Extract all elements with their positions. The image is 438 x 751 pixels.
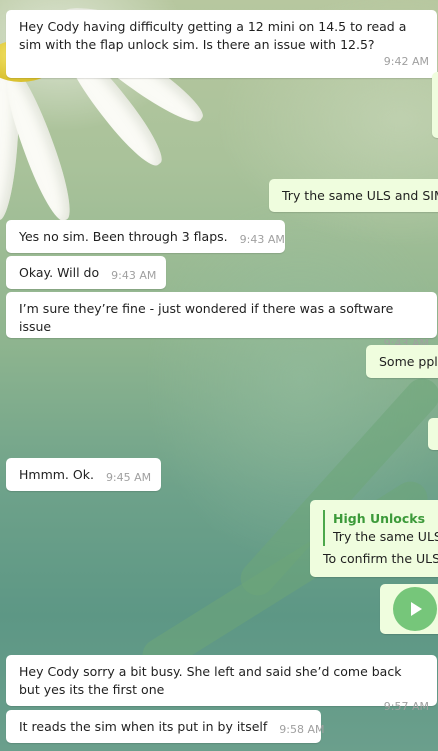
message-time: 9:42 AM: [383, 55, 429, 68]
message-time: 9:45 AM: [105, 471, 152, 484]
outgoing-message-edge[interactable]: [432, 72, 438, 138]
message-time: 9:43 AM: [239, 233, 285, 246]
play-icon: [411, 602, 422, 616]
message-text: Some ppl: [379, 354, 438, 369]
play-button[interactable]: [393, 587, 437, 631]
reply-text: Try the same ULS: [333, 529, 438, 544]
incoming-message[interactable]: Okay. Will do 9:43 AM: [6, 256, 166, 289]
message-text: Yes no sim. Been through 3 flaps.: [19, 229, 228, 244]
reply-quote[interactable]: High Unlocks Try the same ULS: [323, 510, 438, 546]
message-text: I’m sure they’re fine - just wondered if…: [19, 301, 394, 334]
message-text: Hey Cody having difficulty getting a 12 …: [19, 19, 407, 52]
reply-author: High Unlocks: [333, 511, 426, 526]
incoming-message[interactable]: Hmmm. Ok. 9:45 AM: [6, 458, 161, 491]
outgoing-reply-message[interactable]: High Unlocks Try the same ULS To confirm…: [310, 500, 438, 577]
flower-petal: [0, 59, 80, 226]
outgoing-message[interactable]: Some ppl: [366, 345, 438, 378]
incoming-message[interactable]: Hey Cody having difficulty getting a 12 …: [6, 10, 437, 78]
message-time: 9:43 AM: [111, 269, 157, 282]
message-text: Okay. Will do: [19, 265, 100, 280]
outgoing-message-edge[interactable]: [428, 418, 438, 450]
message-text: Try the same ULS and SIM: [282, 188, 438, 203]
voice-message[interactable]: [380, 584, 438, 634]
incoming-message[interactable]: It reads the sim when its put in by itse…: [6, 710, 325, 743]
message-text: To confirm the ULS: [323, 551, 438, 566]
incoming-message[interactable]: I’m sure they’re fine - just wondered if…: [6, 292, 437, 350]
incoming-message[interactable]: Hey Cody sorry a bit busy. She left and …: [6, 655, 437, 713]
message-text: It reads the sim when its put in by itse…: [19, 719, 268, 734]
message-text: Hmmm. Ok.: [19, 467, 94, 482]
message-text: Hey Cody sorry a bit busy. She left and …: [19, 664, 402, 697]
outgoing-message[interactable]: Try the same ULS and SIM: [269, 179, 438, 212]
incoming-message[interactable]: Yes no sim. Been through 3 flaps. 9:43 AM: [6, 220, 285, 253]
message-time: 9:58 AM: [279, 723, 325, 736]
